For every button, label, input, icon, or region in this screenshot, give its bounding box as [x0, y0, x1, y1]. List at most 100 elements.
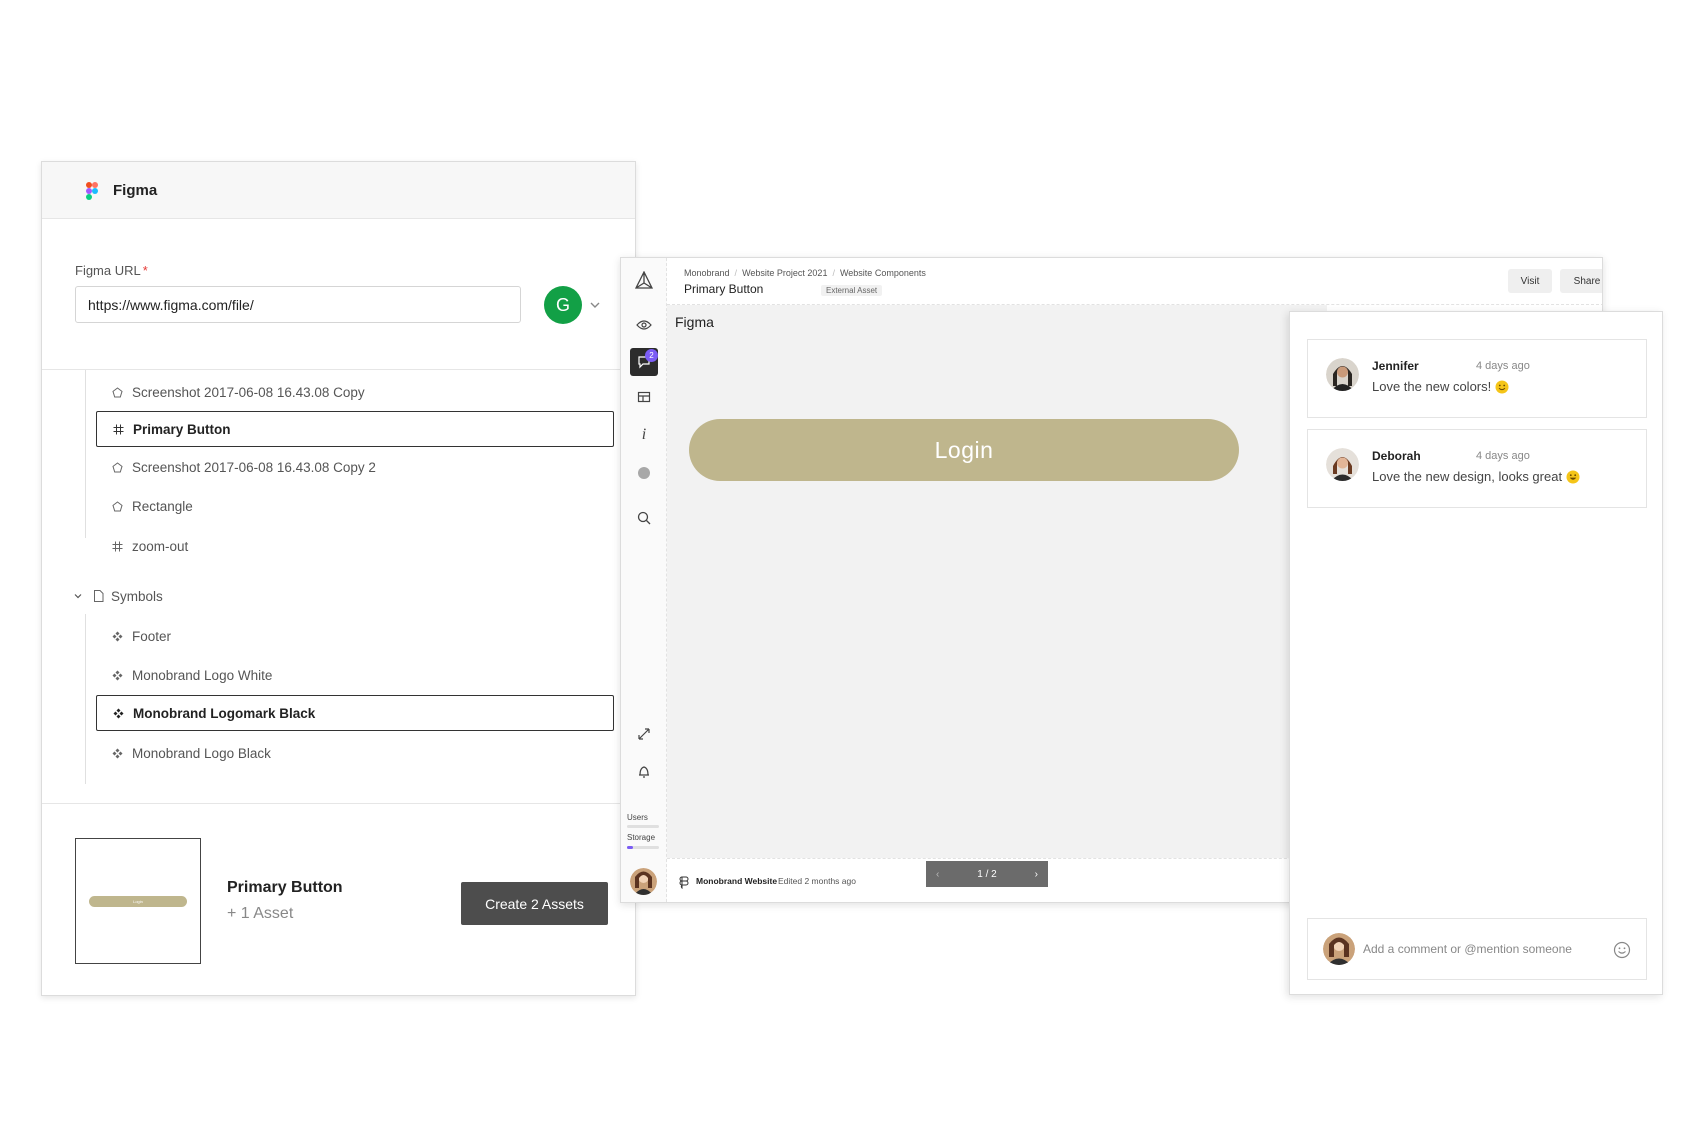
tree-item[interactable]: Screenshot 2017-06-08 16.43.08 Copy 2 — [96, 449, 614, 485]
search-icon[interactable] — [630, 504, 658, 532]
tree-item[interactable]: zoom-out — [96, 528, 614, 564]
breadcrumb: Monobrand / Website Project 2021 / Website… — [684, 268, 926, 278]
page-indicator: 1 / 2 — [977, 868, 997, 880]
frame-icon — [111, 422, 125, 436]
avatar — [1326, 448, 1359, 481]
figma-import-panel: Figma Figma URL* G Screenshot 2017-06-08… — [41, 161, 636, 996]
panel-title: Figma — [113, 182, 158, 199]
asset-title: Primary Button — [684, 282, 764, 296]
viewer-footer: Monobrand Website Edited 2 months ago ‹ … — [667, 858, 1347, 902]
breadcrumb-separator: / — [734, 268, 738, 278]
tree-item-selected[interactable]: Primary Button — [96, 411, 614, 447]
tree-item[interactable]: Rectangle — [96, 488, 614, 524]
create-assets-button[interactable]: Create 2 Assets — [461, 882, 608, 925]
smile-emoji-icon — [1495, 380, 1509, 393]
tree-item[interactable]: Footer — [96, 618, 614, 654]
figma-icon — [679, 876, 689, 889]
asset-thumbnail: Login — [75, 838, 201, 964]
eye-icon[interactable] — [630, 311, 658, 339]
tree-guide-line — [85, 614, 86, 784]
url-field-label: Figma URL * — [75, 263, 148, 278]
figma-url-input[interactable] — [75, 286, 521, 323]
visit-button[interactable]: Visit — [1508, 269, 1552, 293]
chevron-down-icon[interactable] — [71, 589, 85, 603]
comments-panel: Jennifer 4 days ago Love the new colors!… — [1289, 311, 1663, 995]
thumbnail-button-preview: Login — [89, 896, 187, 907]
login-button-preview: Login — [689, 419, 1239, 481]
external-asset-badge: External Asset — [821, 285, 883, 296]
app-logo-icon[interactable] — [630, 267, 658, 295]
tree-item-label: Monobrand Logo White — [132, 667, 273, 683]
preview-canvas[interactable]: Figma Login + − — [667, 305, 1327, 858]
comment-text: Love the new colors! — [1372, 379, 1509, 394]
pentagon-icon — [110, 385, 124, 399]
breadcrumb-item[interactable]: Website Project 2021 — [742, 268, 827, 278]
storage-meter-fill — [627, 846, 634, 849]
emoji-picker-icon[interactable] — [1613, 941, 1631, 959]
grin-emoji-icon — [1566, 470, 1580, 483]
pentagon-icon — [110, 460, 124, 474]
color-dot-icon[interactable] — [630, 459, 658, 487]
comment-time: 4 days ago — [1476, 360, 1530, 372]
breadcrumb-item[interactable]: Website Components — [840, 268, 926, 278]
avatar — [1326, 358, 1359, 391]
breadcrumb-item[interactable]: Monobrand — [684, 268, 730, 278]
divider — [42, 803, 635, 804]
tree-item-label: zoom-out — [132, 538, 189, 554]
tree-item-label: Rectangle — [132, 498, 193, 514]
tree-item[interactable]: Monobrand Logo Black — [96, 735, 614, 771]
component-icon — [111, 706, 125, 720]
storage-label: Storage — [627, 833, 656, 842]
comment-composer — [1307, 918, 1647, 980]
comment-time: 4 days ago — [1476, 450, 1530, 462]
frame-icon — [110, 539, 124, 553]
comment-card[interactable]: Jennifer 4 days ago Love the new colors! — [1307, 339, 1647, 418]
asset-count: + 1 Asset — [227, 905, 294, 922]
tree-item-label: Footer — [132, 628, 172, 644]
comment-author: Deborah — [1372, 449, 1421, 463]
tree-item[interactable]: Monobrand Logo White — [96, 657, 614, 693]
info-icon[interactable]: i — [630, 421, 658, 449]
layout-icon[interactable] — [630, 383, 658, 411]
canvas-source-label: Figma — [675, 314, 714, 330]
viewer-topbar: Monobrand / Website Project 2021 / Website… — [667, 258, 1602, 305]
tree-item-selected[interactable]: Monobrand Logomark Black — [96, 695, 614, 731]
chevron-right-icon[interactable]: › — [1035, 869, 1038, 880]
expand-icon[interactable] — [630, 720, 658, 748]
users-meter — [627, 825, 659, 828]
chevron-left-icon[interactable]: ‹ — [936, 869, 939, 880]
avatar — [1323, 933, 1355, 965]
chevron-down-icon[interactable] — [589, 299, 601, 311]
comment-count-badge: 2 — [645, 349, 658, 362]
user-avatar[interactable] — [630, 868, 657, 895]
storage-meter — [627, 846, 659, 849]
account-avatar[interactable]: G — [544, 286, 582, 324]
asset-name: Primary Button — [227, 879, 343, 896]
comment-text: Love the new design, looks great — [1372, 469, 1580, 484]
pentagon-icon — [110, 499, 124, 513]
tree-item-label: Primary Button — [133, 421, 231, 437]
bell-icon[interactable] — [630, 758, 658, 786]
divider — [42, 369, 635, 370]
left-rail: 2 i Users Storage — [621, 258, 667, 902]
required-marker: * — [142, 263, 148, 278]
edited-timestamp: Edited 2 months ago — [778, 876, 856, 886]
panel-header: Figma — [42, 162, 635, 219]
breadcrumb-separator: / — [832, 268, 835, 278]
figma-logo-icon — [86, 182, 98, 200]
component-icon — [110, 668, 124, 682]
page-navigator: ‹ 1 / 2 › — [926, 861, 1048, 887]
page-icon — [91, 589, 105, 603]
tree-item-label: Screenshot 2017-06-08 16.43.08 Copy — [132, 384, 365, 400]
comment-card[interactable]: Deborah 4 days ago Love the new design, … — [1307, 429, 1647, 508]
tree-item-label: Monobrand Logomark Black — [133, 705, 316, 721]
tree-guide-line — [85, 370, 86, 538]
component-icon — [110, 629, 124, 643]
share-button[interactable]: Share — [1560, 269, 1602, 293]
file-name[interactable]: Monobrand Website — [696, 876, 777, 886]
tree-item[interactable]: Screenshot 2017-06-08 16.43.08 Copy — [96, 374, 614, 410]
tree-item-label: Monobrand Logo Black — [132, 745, 271, 761]
tree-group-symbols[interactable]: Symbols — [71, 578, 163, 614]
comment-input[interactable] — [1363, 939, 1598, 959]
users-label: Users — [627, 813, 648, 822]
